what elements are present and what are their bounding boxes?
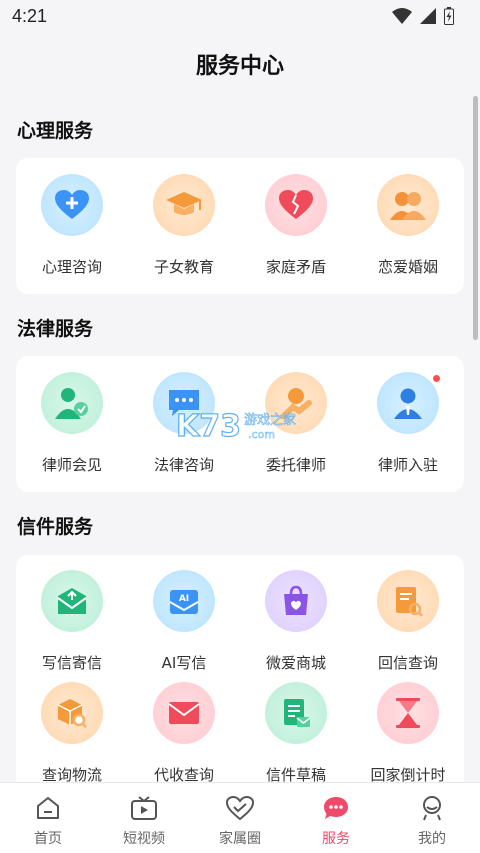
service-write-letter[interactable]: 写信寄信	[16, 570, 128, 680]
graduation-cap-icon	[153, 174, 215, 236]
service-card: 写信寄信 AI AI写信 微爱商城 回信查询 查询物流 代收查询 信件草稿 回家…	[16, 555, 464, 782]
nav-short-video[interactable]: 短视频	[96, 783, 192, 853]
home-icon	[33, 793, 63, 823]
scrollbar[interactable]	[473, 96, 478, 340]
ai-mail-icon: AI	[153, 570, 215, 632]
item-label: 信件草稿	[265, 766, 326, 782]
signal-icon	[420, 8, 436, 24]
service-chat-icon	[321, 793, 351, 823]
service-card: 律师会见 法律咨询 委托律师 律师入驻	[16, 356, 464, 492]
service-hire-lawyer[interactable]: 委托律师	[240, 372, 352, 482]
wifi-icon	[392, 8, 412, 24]
item-label: 委托律师	[265, 456, 326, 474]
services-scroll-area[interactable]: 心理服务 心理咨询 子女教育 家庭矛盾 恋爱婚姻 法律服务 律师会见 法律咨询 …	[0, 100, 480, 782]
nav-label: 服务	[322, 831, 350, 847]
broken-heart-icon	[265, 174, 327, 236]
document-search-icon	[377, 570, 439, 632]
lawyer-meeting-icon	[41, 372, 103, 434]
section-title: 法律服务	[17, 318, 94, 340]
item-label: 回家倒计时	[370, 766, 446, 782]
item-label: 子女教育	[153, 258, 214, 276]
service-reply-query[interactable]: 回信查询	[352, 570, 464, 680]
status-time: 4:21	[12, 5, 48, 26]
bottom-nav: 首页 短视频 家属圈 服务 我的	[0, 782, 480, 853]
nav-label: 短视频	[123, 831, 165, 847]
couple-icon	[377, 174, 439, 236]
heart-plus-icon	[41, 174, 103, 236]
item-label: 微爱商城	[265, 654, 326, 672]
service-logistics-query[interactable]: 查询物流	[16, 682, 128, 782]
nav-home[interactable]: 首页	[0, 783, 96, 853]
service-lawyer-join[interactable]: 律师入驻	[352, 372, 464, 482]
shopping-bag-icon	[265, 570, 327, 632]
nav-family-circle[interactable]: 家属圈	[192, 783, 288, 853]
hearts-icon	[225, 793, 255, 823]
service-love-marriage[interactable]: 恋爱婚姻	[352, 174, 464, 284]
nav-label: 我的	[418, 831, 446, 847]
item-label: 代收查询	[153, 766, 214, 782]
section-title: 信件服务	[17, 516, 94, 538]
service-ai-letter[interactable]: AI AI写信	[128, 570, 240, 680]
section-title: 心理服务	[17, 120, 94, 142]
envelope-icon	[153, 682, 215, 744]
page-title: 服务中心	[195, 54, 284, 79]
nav-label: 首页	[34, 831, 62, 847]
notification-dot	[432, 374, 441, 383]
item-label: 律师入驻	[377, 456, 438, 474]
package-search-icon	[41, 682, 103, 744]
service-collection-query[interactable]: 代收查询	[128, 682, 240, 782]
service-home-countdown[interactable]: 回家倒计时	[352, 682, 464, 782]
service-card: 心理咨询 子女教育 家庭矛盾 恋爱婚姻	[16, 158, 464, 294]
service-lawyer-meeting[interactable]: 律师会见	[16, 372, 128, 482]
item-label: 恋爱婚姻	[377, 258, 438, 276]
item-label: 查询物流	[41, 766, 102, 782]
handshake-icon	[265, 372, 327, 434]
service-psych-consult[interactable]: 心理咨询	[16, 174, 128, 284]
profile-icon	[417, 793, 447, 823]
item-label: 写信寄信	[41, 654, 102, 672]
item-label: AI写信	[161, 654, 207, 672]
lawyer-icon	[377, 372, 441, 434]
status-icons	[392, 7, 454, 25]
video-icon	[129, 793, 159, 823]
item-label: 心理咨询	[41, 258, 102, 276]
nav-profile[interactable]: 我的	[384, 783, 480, 853]
service-legal-consult[interactable]: 法律咨询	[128, 372, 240, 482]
service-child-education[interactable]: 子女教育	[128, 174, 240, 284]
service-letter-drafts[interactable]: 信件草稿	[240, 682, 352, 782]
item-label: 回信查询	[377, 654, 438, 672]
hourglass-icon	[377, 682, 439, 744]
service-family-conflict[interactable]: 家庭矛盾	[240, 174, 352, 284]
item-label: 家庭矛盾	[265, 258, 326, 276]
mailbox-icon	[41, 570, 103, 632]
nav-label: 家属圈	[219, 831, 261, 847]
draft-icon	[265, 682, 327, 744]
battery-icon	[444, 7, 454, 25]
chat-bubble-icon	[153, 372, 215, 434]
status-bar: 4:21	[0, 0, 480, 32]
item-label: 法律咨询	[153, 456, 214, 474]
nav-service[interactable]: 服务	[288, 783, 384, 853]
service-weiai-mall[interactable]: 微爱商城	[240, 570, 352, 680]
item-label: 律师会见	[41, 456, 102, 474]
svg-text:AI: AI	[179, 594, 189, 604]
